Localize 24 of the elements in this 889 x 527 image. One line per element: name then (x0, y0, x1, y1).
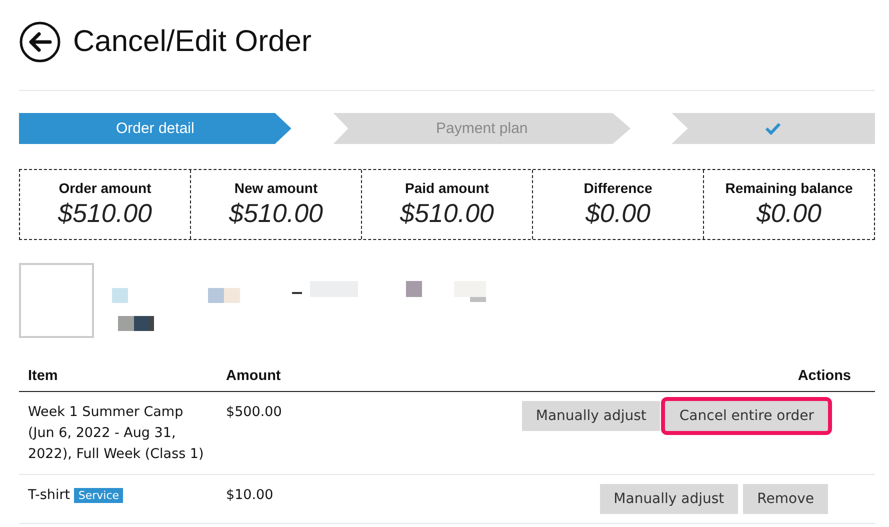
service-tag: Service (74, 488, 124, 503)
item-name: T-shirt (28, 487, 70, 503)
item-amount: $500.00 (226, 404, 282, 420)
item-name: Week 1 Summer Camp (Jun 6, 2022 - Aug 31, 2022), Full Week (Class 1) (28, 404, 204, 462)
item-amount: $10.00 (226, 487, 274, 503)
action-button[interactable]: Manually adjust (600, 484, 738, 514)
column-header: Amount (217, 368, 465, 392)
action-button[interactable]: Remove (743, 484, 828, 514)
action-button[interactable]: Cancel entire order (665, 401, 828, 431)
summary-value: $510.00 (229, 198, 323, 229)
column-header: Actions (465, 368, 875, 392)
summary-value: $510.00 (400, 198, 494, 229)
page-title: Cancel/Edit Order (73, 25, 312, 59)
action-button[interactable]: Manually adjust (522, 401, 660, 431)
summary-value: $510.00 (58, 198, 152, 229)
summary-label: Order amount (58, 180, 152, 196)
column-header: Item (19, 368, 217, 392)
summary-label: Paid amount (404, 180, 489, 196)
summary-label: New amount (234, 180, 318, 196)
summary-label: Remaining balance (725, 180, 853, 196)
summary-label: Difference (584, 180, 652, 196)
summary-value: $0.00 (756, 198, 822, 229)
check-icon (765, 122, 782, 135)
summary-value: $0.00 (585, 198, 651, 229)
